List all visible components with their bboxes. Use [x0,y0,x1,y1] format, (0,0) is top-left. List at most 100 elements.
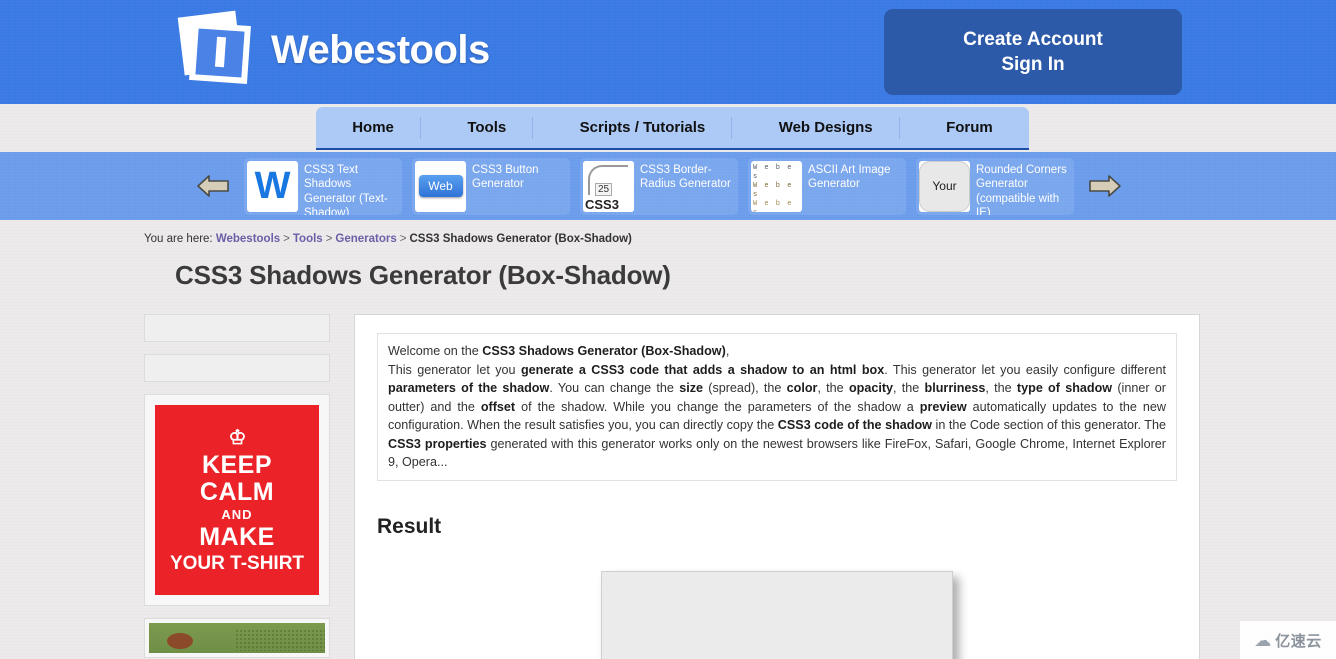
shadow-preview-box[interactable] [601,570,953,659]
poster-line-2: CALM [199,477,275,506]
carousel-item-ascii-art[interactable]: W e b e s W e b e s W e b e s W e b e s … [748,157,906,215]
intro-b5: opacity [848,381,894,395]
thumb-letter: W [254,165,291,207]
border-radius-thumb-icon: 25 CSS3 [583,160,634,212]
carousel-item-button-generator[interactable]: Web CSS3 Button Generator [412,157,570,215]
ascii-art-thumb-icon: W e b e s W e b e s W e b e s W e b e s … [751,160,802,212]
intro-t9: of the shadow. While you change the para… [515,399,920,414]
thumb-radius-value: 25 [595,182,613,196]
intro-text: Welcome on the CSS3 Shadows Generator (B… [377,333,1177,481]
letter-w-thumb-icon: W [247,160,298,212]
intro-b10: CSS3 code of the shadow [777,418,932,432]
breadcrumb-separator: > [399,233,407,245]
ascii-row: W e b e s [753,181,793,199]
intro-tool-name: CSS3 Shadows Generator (Box-Shadow) [482,344,726,358]
thumb-your-label: Your [919,160,970,212]
arrow-left-icon[interactable] [196,171,230,201]
panel-inner: Welcome on the CSS3 Shadows Generator (B… [355,315,1199,659]
arrow-right-icon[interactable] [1088,171,1122,201]
nav-item-tools[interactable]: Tools [441,116,534,139]
breadcrumb-separator: > [283,233,290,245]
main-nav: Home Tools Scripts / Tutorials Web Desig… [316,107,1029,150]
main-panel: Welcome on the CSS3 Shadows Generator (B… [354,314,1200,659]
carousel-item-label: ASCII Art Image Generator [808,163,891,191]
intro-b1: generate a CSS3 code that adds a shadow … [520,362,885,377]
nature-subject [167,633,193,649]
ad-slot-nature-image[interactable] [144,618,330,658]
intro-b4: color [786,381,818,395]
intro-t7: , the [985,381,1017,395]
intro-b11: CSS3 properties [388,436,487,451]
carousel-item-rounded-corners[interactable]: Your Rounded Corners Generator (compatib… [916,157,1074,215]
intro-t12: generated with this generator works only… [388,436,1166,470]
intro-t2: . This generator let you easily configur… [884,362,1166,377]
rounded-corners-thumb-icon: Your [919,160,970,212]
nature-texture [235,629,325,651]
breadcrumb-link-generators[interactable]: Generators [335,233,396,245]
intro-welcome: Welcome on the [388,344,483,358]
sidebar: ♔ KEEP CALM AND MAKE YOUR T-SHIRT [144,314,330,658]
intro-t6: , the [893,381,925,395]
intro-b3: size [679,381,703,395]
carousel-item-label: CSS3 Border-Radius Generator [640,163,731,191]
page-root: Webestools Create Account Sign In Home T… [0,0,1336,659]
create-account-label: Create Account [963,28,1103,50]
ascii-row: W e b e s [753,199,793,212]
poster-line-3: AND [221,506,253,522]
watermark: ☁ 亿速云 [1240,621,1336,659]
crown-icon: ♔ [228,426,247,449]
ad-slot-top[interactable] [144,314,330,342]
result-heading: Result [377,514,442,538]
poster-inner: ♔ KEEP CALM AND MAKE YOUR T-SHIRT [155,405,319,595]
breadcrumb-current: CSS3 Shadows Generator (Box-Shadow) [409,233,632,245]
carousel-items: W CSS3 Text Shadows Generator (Text-Shad… [244,157,1074,215]
thumb-button-label: Web [418,175,463,197]
carousel-item-text-shadows[interactable]: W CSS3 Text Shadows Generator (Text-Shad… [244,157,402,215]
intro-t1: This generator let you [388,362,521,377]
tools-carousel: W CSS3 Text Shadows Generator (Text-Shad… [0,152,1336,220]
cloud-icon: ☁ [1254,630,1272,650]
nav-item-forum[interactable]: Forum [920,117,1019,139]
nature-image [149,623,325,653]
breadcrumb-link-webestools[interactable]: Webestools [216,233,280,245]
intro-comma: , [725,344,730,358]
breadcrumb-separator: > [325,233,333,245]
logo-mark-icon [175,10,257,90]
intro-b2: parameters of the shadow [388,381,550,395]
button-thumb-icon: Web [415,160,466,212]
poster-line-5: YOUR T-SHIRT [169,552,305,574]
ad-keep-calm-poster[interactable]: ♔ KEEP CALM AND MAKE YOUR T-SHIRT [144,394,330,606]
intro-b7: type of shadow [1016,381,1113,395]
intro-t11: in the Code section of this generator. T… [931,418,1166,432]
poster-line-1: KEEP [201,450,273,479]
page-content: You are here: Webestools > Tools > Generator… [0,220,1336,659]
intro-b8: offset [480,399,516,414]
poster-line-4: MAKE [199,522,275,551]
ascii-row: W e b e s [753,163,793,181]
intro-b9: preview [919,399,967,414]
thumb-css3-label: CSS3 [585,196,619,212]
nav-item-web-designs[interactable]: Web Designs [753,116,900,139]
brand-name: Webestools [271,27,490,72]
carousel-item-label: CSS3 Text Shadows Generator (Text-Shadow… [304,163,388,215]
carousel-item-label: CSS3 Button Generator [472,163,539,191]
intro-t4: (spread), the [703,381,787,395]
intro-b6: blurriness [924,381,986,395]
page-title: CSS3 Shadows Generator (Box-Shadow) [175,260,671,290]
breadcrumb: You are here: Webestools > Tools > Generator… [144,233,632,245]
preview-area [377,570,1177,659]
carousel-item-label: Rounded Corners Generator (compatible wi… [976,163,1067,215]
breadcrumb-link-tools[interactable]: Tools [293,233,323,245]
site-logo[interactable]: Webestools [175,10,490,90]
nav-item-scripts-tutorials[interactable]: Scripts / Tutorials [554,116,733,139]
sign-in-label: Sign In [1001,53,1065,75]
nav-item-home[interactable]: Home [326,116,421,139]
carousel-item-border-radius[interactable]: 25 CSS3 CSS3 Border-Radius Generator [580,157,738,215]
breadcrumb-prefix: You are here: [144,233,213,245]
ad-slot-second[interactable] [144,354,330,382]
intro-t3: . You can change the [549,381,680,395]
intro-t5: , the [817,381,849,395]
account-button[interactable]: Create Account Sign In [884,9,1182,95]
watermark-text: 亿速云 [1275,632,1322,650]
site-header: Webestools Create Account Sign In Home T… [0,0,1336,150]
